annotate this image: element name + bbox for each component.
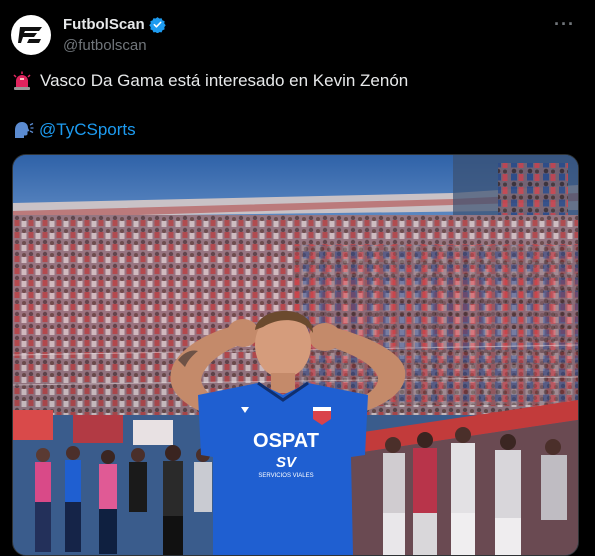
verified-badge-icon [148,17,166,33]
author-handle[interactable]: @futbolscan [63,37,147,54]
author-name-row[interactable]: FutbolScan [63,16,166,33]
tweet-text-line-2: @TyCSports [12,120,136,140]
tweet-text-line-1: Vasco Da Gama está interesado en Kevin Z… [12,71,408,91]
siren-icon [13,71,31,90]
jersey-sub-text: SERVICIOS VIALES [258,473,313,479]
tweet-photo[interactable]: OSPAT SV SERVICIOS VIALES [12,154,579,556]
mention-link[interactable]: @TyCSports [39,120,136,140]
jersey-sponsor-text: OSPAT [253,430,319,452]
tweet-text: Vasco Da Gama está interesado en Kevin Z… [40,71,409,90]
avatar[interactable] [11,15,51,55]
more-options-button[interactable]: ··· [554,14,575,35]
futbolscan-logo-icon [18,27,42,43]
stadium-photo: OSPAT SV SERVICIOS VIALES [13,155,578,555]
jersey-sub-logo-text: SV [276,454,298,471]
author-display-name[interactable]: FutbolScan [63,16,145,33]
speaking-head-icon [15,122,34,138]
